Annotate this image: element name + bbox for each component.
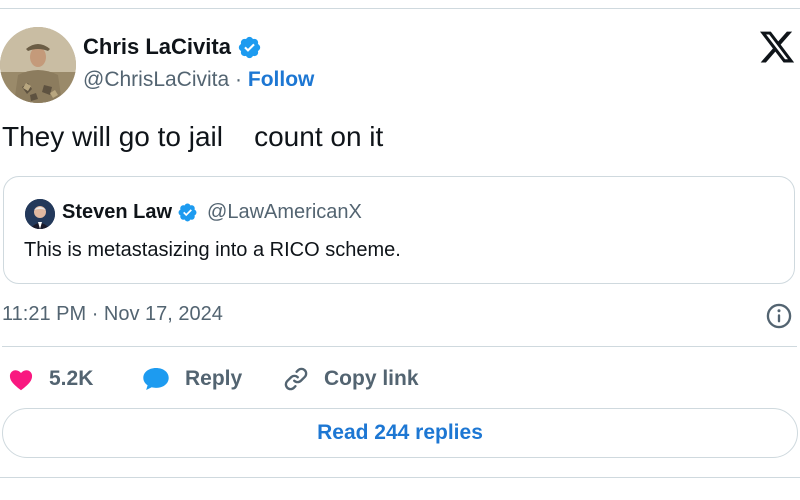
bottom-divider	[0, 477, 800, 478]
like-count: 5.2K	[49, 367, 94, 390]
info-icon[interactable]	[765, 302, 793, 330]
speech-bubble-icon	[143, 368, 169, 390]
avatar-image	[0, 27, 76, 103]
divider	[2, 346, 797, 347]
verified-badge-icon	[238, 36, 261, 58]
read-replies-label: Read 244 replies	[317, 421, 483, 444]
timestamp-date: Nov 17, 2024	[103, 303, 223, 325]
author-name-line: Chris LaCivita	[83, 34, 262, 60]
author-avatar[interactable]	[0, 27, 76, 103]
quoted-header: Steven Law @LawAmericanX	[62, 201, 362, 224]
heart-icon	[9, 370, 33, 391]
quoted-tweet-card[interactable]: Steven Law @LawAmericanX This is metasta…	[3, 176, 795, 284]
reply-label: Reply	[185, 367, 243, 390]
author-handle[interactable]: @ChrisLaCivita	[83, 68, 229, 91]
read-replies-button[interactable]: Read 244 replies	[2, 408, 798, 458]
follow-button[interactable]: Follow	[248, 68, 315, 91]
timestamp-time: 11:21 PM	[2, 303, 87, 325]
quoted-tweet-text: This is metastasizing into a RICO scheme…	[24, 239, 401, 261]
like-button[interactable]: 5.2K	[7, 365, 93, 393]
handle-separator: ·	[235, 68, 243, 91]
copy-link-button[interactable]: Copy link	[282, 365, 419, 393]
author-handle-line: @ChrisLaCivita · Follow	[83, 68, 314, 92]
reply-button[interactable]: Reply	[141, 365, 242, 393]
quoted-avatar-image	[25, 199, 55, 229]
x-logo-icon[interactable]	[758, 28, 796, 66]
link-icon	[284, 367, 308, 391]
timestamp-separator: ·	[91, 303, 99, 325]
top-divider	[0, 8, 800, 9]
author-name[interactable]: Chris LaCivita	[83, 34, 231, 60]
quoted-author-handle: @LawAmericanX	[207, 201, 362, 223]
copy-link-label: Copy link	[324, 367, 419, 390]
quoted-author-avatar	[25, 199, 55, 229]
quoted-author-name: Steven Law	[62, 201, 173, 223]
verified-badge-icon	[178, 203, 197, 222]
tweet-timestamp[interactable]: 11:21 PM · Nov 17, 2024	[2, 303, 223, 326]
tweet-text: They will go to jail count on it	[2, 121, 384, 152]
